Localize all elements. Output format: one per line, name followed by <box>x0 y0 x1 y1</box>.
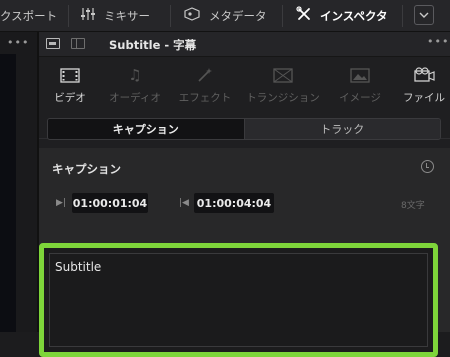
inspector-tab[interactable]: インスペクタ <box>296 0 388 31</box>
tab-video[interactable]: ビデオ <box>39 57 101 113</box>
tab-image-label: イメージ <box>339 92 381 104</box>
reset-history-icon[interactable] <box>421 160 434 173</box>
in-timecode-field[interactable]: 01:00:01:04 <box>72 193 148 213</box>
audio-icon: ♫ <box>128 66 142 84</box>
more-options-icon[interactable]: ••• <box>7 36 29 49</box>
track-segment-button[interactable]: トラック <box>243 119 440 139</box>
chevron-down-icon[interactable] <box>414 5 434 25</box>
single-view-icon[interactable] <box>46 38 60 49</box>
export-label: クスポート <box>0 8 58 23</box>
inspector-title: Subtitle - 字幕 <box>109 38 197 52</box>
tab-effects-label: エフェクト <box>178 92 232 104</box>
image-icon <box>330 65 390 85</box>
caption-section: キャプション ▶| 01:00:01:04 |◀ 01:00:04:04 8文字… <box>39 148 450 357</box>
caption-segment-button[interactable]: キャプション <box>48 119 244 139</box>
inspector-tabs: ビデオ ♫ オーディオ エフェクト トランジション イメージ ファイル <box>39 57 450 139</box>
metadata-tab[interactable]: メタデータ <box>183 0 267 31</box>
tab-video-label: ビデオ <box>54 92 86 104</box>
metadata-label: メタデータ <box>209 8 267 23</box>
effects-icon <box>173 65 237 85</box>
in-point-icon: ▶| <box>56 198 66 208</box>
mixer-icon <box>80 7 96 24</box>
tab-effects[interactable]: エフェクト <box>173 57 237 113</box>
export-tab[interactable]: クスポート <box>0 0 57 31</box>
more-options-icon[interactable]: ••• <box>427 35 449 48</box>
inspector-icon <box>296 6 312 25</box>
mixer-label: ミキサー <box>104 8 150 23</box>
out-point-icon: |◀ <box>179 198 189 208</box>
metadata-icon <box>183 7 201 24</box>
inspector-panel: Subtitle - 字幕 ••• ビデオ ♫ オーディオ エフェクト トランジ… <box>39 32 450 357</box>
inspector-label: インスペクタ <box>320 8 388 23</box>
split-view-icon[interactable] <box>71 38 85 49</box>
caption-text-highlight: Subtitle <box>39 243 438 357</box>
out-timecode-field[interactable]: 01:00:04:04 <box>194 193 274 213</box>
tab-file-label: ファイル <box>403 92 445 104</box>
tab-transition[interactable]: トランジション <box>244 57 322 113</box>
transition-icon <box>244 65 322 85</box>
video-icon <box>39 65 101 85</box>
tab-transition-label: トランジション <box>246 92 320 104</box>
caption-section-title: キャプション <box>52 162 121 176</box>
file-icon <box>397 65 450 85</box>
left-panel: ••• <box>0 32 37 332</box>
tab-audio[interactable]: ♫ オーディオ <box>105 57 165 113</box>
inspector-header: Subtitle - 字幕 ••• <box>39 32 450 57</box>
viewer-strip <box>0 54 16 332</box>
caption-text-input[interactable]: Subtitle <box>49 253 428 347</box>
tab-image[interactable]: イメージ <box>330 57 390 113</box>
mixer-tab[interactable]: ミキサー <box>80 0 150 31</box>
caption-track-toggle: キャプション トラック <box>47 118 441 140</box>
character-count: 8文字 <box>401 201 425 211</box>
tab-audio-label: オーディオ <box>109 92 161 104</box>
tab-file[interactable]: ファイル <box>397 57 450 113</box>
top-toolbar: クスポート ミキサー メタデータ インスペクタ <box>0 0 450 32</box>
